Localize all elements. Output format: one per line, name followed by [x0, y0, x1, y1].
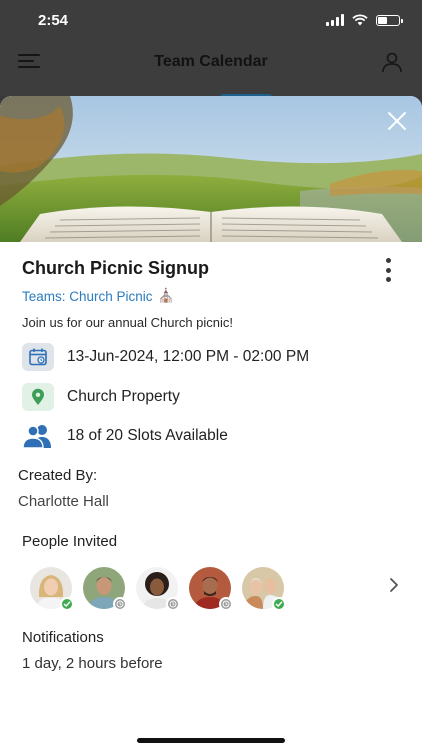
event-title: Church Picnic Signup	[22, 258, 210, 278]
nav-title: Team Calendar	[154, 53, 268, 70]
event-detail-sheet: Church Picnic Signup Teams: Church Picni…	[0, 96, 422, 750]
location-row: Church Property	[22, 383, 180, 411]
close-icon[interactable]	[386, 110, 408, 132]
more-options-icon[interactable]	[381, 256, 395, 284]
battery-icon	[376, 14, 403, 26]
event-location: Church Property	[67, 388, 180, 405]
event-description: Join us for our annual Church picnic!	[22, 315, 234, 330]
created-by-label: Created By:	[18, 467, 98, 484]
notifications-value: 1 day, 2 hours before	[22, 655, 163, 672]
people-icon	[22, 422, 54, 450]
event-date-time: 13-Jun-2024, 12:00 PM - 02:00 PM	[67, 348, 310, 365]
check-icon	[272, 597, 286, 611]
people-invited-label: People Invited	[22, 533, 118, 550]
teams-link-label: Teams: Church Picnic	[22, 288, 153, 304]
avatar[interactable]	[136, 567, 180, 611]
avatar[interactable]	[189, 567, 233, 611]
clock-icon	[113, 597, 127, 611]
notifications-label: Notifications	[22, 629, 104, 646]
calendar-icon	[22, 343, 54, 371]
status-icons	[326, 14, 403, 26]
status-time: 2:54	[38, 12, 69, 29]
invitee-avatars[interactable]	[30, 567, 286, 611]
home-indicator[interactable]	[137, 738, 285, 743]
wifi-icon	[352, 14, 368, 26]
location-pin-icon	[22, 383, 54, 411]
avatar[interactable]	[242, 567, 286, 611]
event-cover-image	[0, 96, 422, 242]
avatar[interactable]	[30, 567, 74, 611]
check-icon	[60, 597, 74, 611]
teams-link[interactable]: Teams: Church Picnic ⛪	[22, 288, 174, 304]
slots-row: 18 of 20 Slots Available	[22, 422, 228, 450]
clock-icon	[166, 597, 180, 611]
profile-icon[interactable]	[380, 50, 404, 74]
created-by-name: Charlotte Hall	[18, 493, 109, 510]
status-bar: 2:54	[0, 0, 422, 42]
avatar[interactable]	[83, 567, 127, 611]
church-icon: ⛪	[157, 288, 175, 303]
nav-bar: Team Calendar	[0, 42, 422, 100]
chevron-right-icon[interactable]	[388, 577, 400, 593]
clock-icon	[219, 597, 233, 611]
date-time-row: 13-Jun-2024, 12:00 PM - 02:00 PM	[22, 343, 309, 371]
event-slots: 18 of 20 Slots Available	[67, 427, 228, 444]
cellular-signal-icon	[326, 14, 344, 26]
